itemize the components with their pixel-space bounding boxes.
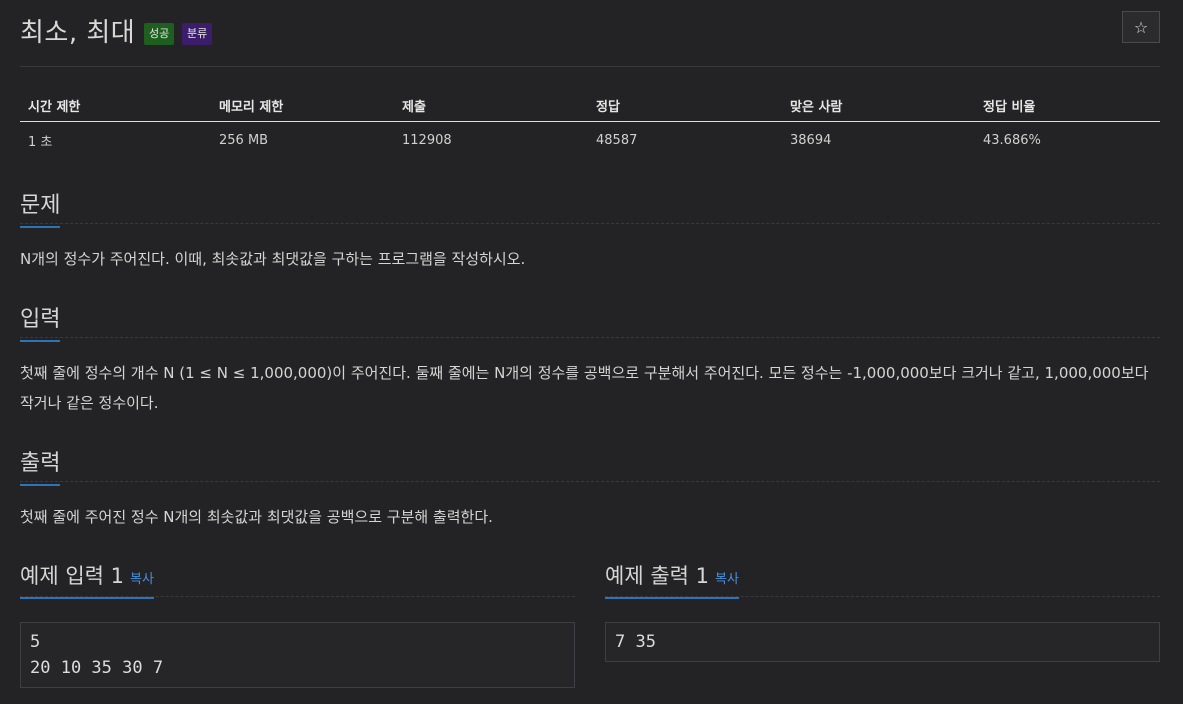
input-section: 입력 첫째 줄에 정수의 개수 N (1 ≤ N ≤ 1,000,000)이 주… (20, 301, 1160, 418)
header-submissions: 제출 (394, 90, 588, 122)
header-memory-limit: 메모리 제한 (211, 90, 394, 122)
header-accepted: 정답 (588, 90, 782, 122)
header-solvers: 맞은 사람 (782, 90, 975, 122)
star-icon: ☆ (1133, 18, 1149, 37)
output-section: 출력 첫째 줄에 주어진 정수 N개의 최솟값과 최댓값을 공백으로 구분해 출… (20, 445, 1160, 532)
header-ratio: 정답 비율 (975, 90, 1160, 122)
value-accepted[interactable]: 48587 (588, 122, 782, 159)
value-submissions[interactable]: 112908 (394, 122, 588, 159)
sample-output-header: 예제 출력 1 복사 (605, 560, 1160, 599)
title-row: 최소, 최대 성공 분류 ☆ (20, 0, 1160, 67)
header-time-limit: 시간 제한 (20, 90, 211, 122)
sample-output-content: 7 35 (605, 622, 1160, 662)
input-heading: 입력 (20, 301, 61, 342)
problem-heading: 문제 (20, 187, 61, 228)
input-description: 첫째 줄에 정수의 개수 N (1 ≤ N ≤ 1,000,000)이 주어진다… (20, 364, 1149, 412)
info-header-row: 시간 제한 메모리 제한 제출 정답 맞은 사람 정답 비율 (20, 90, 1160, 122)
value-memory-limit: 256 MB (219, 132, 269, 148)
sample-input-header: 예제 입력 1 복사 (20, 560, 575, 599)
problem-section: 문제 N개의 정수가 주어진다. 이때, 최솟값과 최댓값을 구하는 프로그램을… (20, 187, 1160, 274)
star-button[interactable]: ☆ (1122, 11, 1160, 43)
copy-sample-output-button[interactable]: 복사 (715, 572, 739, 587)
sample-input-section: 예제 입력 1 복사 5 20 10 35 30 7 (20, 560, 575, 688)
problem-page: 최소, 최대 성공 분류 ☆ 시간 제한 메모리 제한 제출 정답 맞은 사람 … (20, 0, 1160, 688)
value-solvers[interactable]: 38694 (782, 122, 975, 159)
category-badge[interactable]: 분류 (182, 23, 213, 45)
value-ratio: 43.686% (983, 132, 1041, 148)
success-badge[interactable]: 성공 (144, 23, 175, 45)
input-section-header: 입력 (20, 301, 1160, 342)
sample-input-heading: 예제 입력 1 복사 (20, 560, 154, 599)
problem-description: N개의 정수가 주어진다. 이때, 최솟값과 최댓값을 구하는 프로그램을 작성… (20, 250, 526, 268)
sample-output-title: 예제 출력 1 (605, 564, 709, 588)
sample-output-section: 예제 출력 1 복사 7 35 (605, 560, 1160, 662)
page-title: 최소, 최대 (20, 18, 136, 48)
problem-section-header: 문제 (20, 187, 1160, 228)
info-value-row: 1 초 256 MB 112908 48587 38694 43.686% (20, 122, 1160, 159)
value-time-limit: 1 초 (28, 134, 53, 150)
problem-info-table: 시간 제한 메모리 제한 제출 정답 맞은 사람 정답 비율 1 초 256 M… (20, 90, 1160, 158)
output-description: 첫째 줄에 주어진 정수 N개의 최솟값과 최댓값을 공백으로 구분해 출력한다… (20, 508, 493, 526)
sample-output-heading: 예제 출력 1 복사 (605, 560, 739, 599)
output-heading: 출력 (20, 445, 61, 486)
copy-sample-input-button[interactable]: 복사 (130, 572, 154, 587)
sample-input-content: 5 20 10 35 30 7 (20, 622, 575, 688)
sample-input-title: 예제 입력 1 (20, 564, 124, 588)
output-section-header: 출력 (20, 445, 1160, 486)
